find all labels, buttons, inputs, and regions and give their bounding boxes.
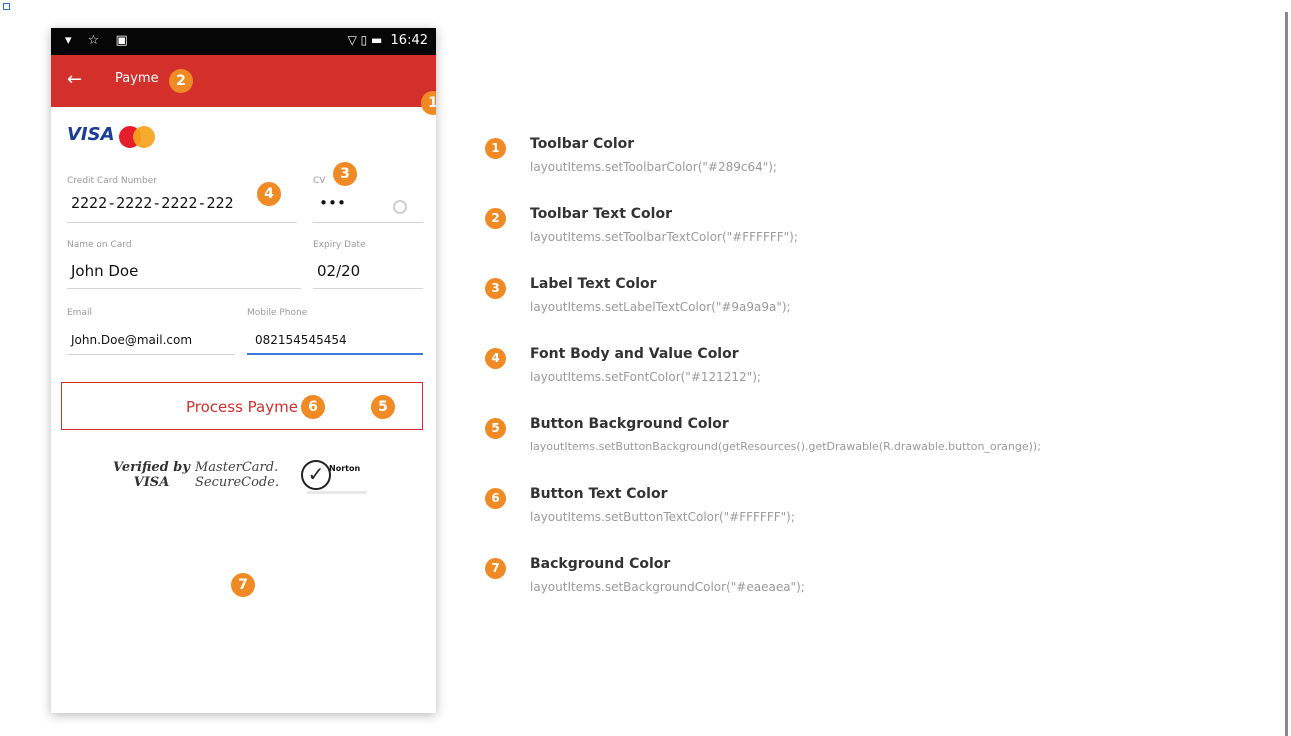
email-label: Email (67, 308, 92, 318)
expiry-date-label: Expiry Date (313, 240, 366, 250)
right-divider (1285, 12, 1288, 736)
vbv-line2: VISA (133, 475, 170, 490)
callout-badge-7: 7 (231, 573, 255, 597)
expiry-date-input[interactable]: 02/20 (317, 262, 360, 280)
legend-title: Background Color (530, 556, 671, 572)
legend-code: layoutItems.setLabelTextColor("#9a9a9a")… (530, 300, 791, 314)
toolbar-title: Payme (115, 71, 159, 86)
legend-badge-5: 5 (485, 418, 506, 439)
card-brand-logos: VISA (67, 124, 155, 148)
email-input[interactable]: John.Doe@mail.com (71, 333, 192, 347)
legend-title: Button Background Color (530, 416, 729, 432)
mobile-phone-label: Mobile Phone (247, 308, 308, 318)
card-number-label: Credit Card Number (67, 176, 157, 186)
mastercard-orange-circle (133, 126, 155, 148)
legend-item-toolbar-text-color: 2 Toolbar Text Color layoutItems.setTool… (483, 202, 1283, 262)
legend-badge-2: 2 (485, 208, 506, 229)
name-on-card-label: Name on Card (67, 240, 132, 250)
mobile-phone-input[interactable]: 082154545454 (255, 333, 347, 347)
callout-badge-3: 3 (333, 162, 357, 186)
legend-code: layoutItems.setFontColor("#121212"); (530, 370, 761, 384)
name-on-card-underline (67, 288, 301, 289)
legend-item-label-text-color: 3 Label Text Color layoutItems.setLabelT… (483, 272, 1283, 332)
card-number-underline (67, 222, 297, 223)
mcsc-line2: SecureCode. (195, 475, 280, 490)
corner-mark (3, 3, 10, 10)
back-arrow-icon[interactable]: ← (67, 69, 82, 90)
legend-title: Label Text Color (530, 276, 657, 292)
legend-item-background-color: 7 Background Color layoutItems.setBackgr… (483, 552, 1283, 612)
legend-item-font-color: 4 Font Body and Value Color layoutItems.… (483, 342, 1283, 402)
legend-title: Button Text Color (530, 486, 668, 502)
mcsc-line1: MasterCard. (195, 460, 279, 475)
checkmark-icon: ✓ (301, 460, 331, 490)
expiry-date-underline (313, 288, 423, 289)
process-payment-button[interactable]: Process Payme (61, 382, 423, 430)
norton-logo: ✓ Norton (301, 460, 371, 494)
legend-title: Toolbar Color (530, 136, 635, 152)
norton-bar (307, 491, 367, 494)
callout-badge-5: 5 (371, 395, 395, 419)
legend-badge-4: 4 (485, 348, 506, 369)
norton-text: Norton (329, 464, 361, 473)
cvv-underline (313, 222, 423, 223)
legend-badge-3: 3 (485, 278, 506, 299)
card-number-input[interactable]: 2222-2222-2222-222 (71, 194, 234, 212)
legend-code: layoutItems.setButtonTextColor("#FFFFFF"… (530, 510, 795, 524)
mobile-phone-underline (247, 353, 423, 355)
status-bar-left-icons: ▾ ☆ ▣ (65, 33, 134, 48)
wifi-battery-icon: ▽ ▯ ▬ (347, 33, 383, 47)
legend-badge-1: 1 (485, 138, 506, 159)
legend-title: Toolbar Text Color (530, 206, 672, 222)
security-logos: Verified by VISA MasterCard. SecureCode.… (113, 460, 383, 500)
eye-icon[interactable] (393, 200, 407, 214)
visa-logo: VISA (67, 124, 115, 145)
cvv-label: CV (313, 176, 326, 186)
vbv-line1: Verified by (113, 460, 190, 475)
legend-item-toolbar-color: 1 Toolbar Color layoutItems.setToolbarCo… (483, 132, 1283, 192)
callout-badge-2: 2 (169, 69, 193, 93)
phone-screen: ▾ ☆ ▣ ▽ ▯ ▬ 16:42 ← Payme 2 1 VISA Credi… (51, 28, 436, 713)
callout-badge-6: 6 (301, 395, 325, 419)
verified-by-visa-logo: Verified by VISA (113, 460, 190, 490)
callout-badge-1: 1 (421, 91, 436, 115)
cvv-input[interactable]: ••• (319, 194, 346, 212)
legend-item-button-background-color: 5 Button Background Color layoutItems.se… (483, 412, 1283, 472)
legend-code: layoutItems.setToolbarColor("#289c64"); (530, 160, 777, 174)
status-time: 16:42 (390, 33, 428, 48)
legend-badge-6: 6 (485, 488, 506, 509)
toolbar: ← Payme 2 1 (51, 55, 436, 115)
status-bar-right: ▽ ▯ ▬ 16:42 (348, 33, 428, 48)
mastercard-logo (119, 126, 159, 148)
legend-badge-7: 7 (485, 558, 506, 579)
mastercard-securecode-logo: MasterCard. SecureCode. (195, 460, 279, 490)
process-payment-label: Process Payme (186, 398, 298, 416)
legend-code: layoutItems.setToolbarTextColor("#FFFFFF… (530, 230, 798, 244)
legend-code: layoutItems.setButtonBackground(getResou… (530, 440, 1041, 453)
email-underline (67, 354, 235, 355)
legend-title: Font Body and Value Color (530, 346, 739, 362)
legend-item-button-text-color: 6 Button Text Color layoutItems.setButto… (483, 482, 1283, 542)
callout-badge-4: 4 (257, 182, 281, 206)
name-on-card-input[interactable]: John Doe (71, 262, 138, 280)
status-bar: ▾ ☆ ▣ ▽ ▯ ▬ 16:42 (51, 28, 436, 55)
legend-code: layoutItems.setBackgroundColor("#eaeaea"… (530, 580, 805, 594)
